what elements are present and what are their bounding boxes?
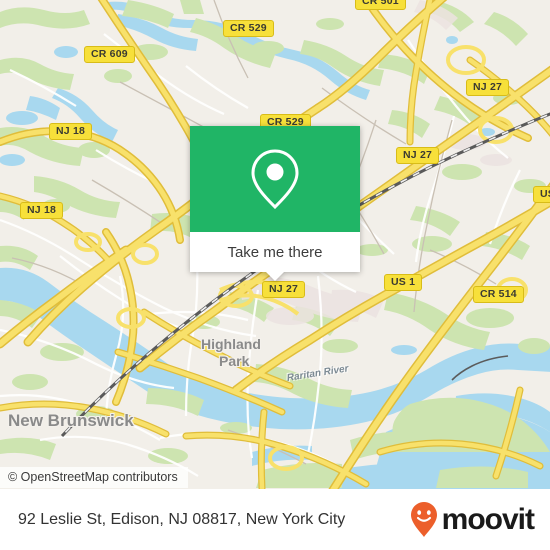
map-pin-icon	[251, 149, 299, 210]
moovit-pin-icon	[410, 501, 437, 537]
moovit-wordmark: moovit	[441, 502, 535, 536]
road-shield-nj27-center[interactable]: NJ 27	[262, 281, 306, 298]
road-shield-cr501[interactable]: CR 501	[355, 0, 406, 10]
road-shield-us1-edge[interactable]: US 1	[533, 186, 550, 203]
road-shield-cr529-north[interactable]: CR 529	[223, 20, 274, 37]
destination-popup[interactable]: Take me there	[190, 126, 360, 281]
map-attribution[interactable]: © OpenStreetMap contributors	[0, 467, 188, 488]
take-me-there-button[interactable]: Take me there	[190, 232, 360, 281]
road-shield-nj18-lower[interactable]: NJ 18	[20, 202, 64, 219]
road-shield-nj27-topright[interactable]: NJ 27	[466, 79, 510, 96]
take-me-there-label: Take me there	[227, 243, 323, 261]
road-shield-cr609[interactable]: CR 609	[84, 46, 135, 63]
address-label: 92 Leslie St, Edison, NJ 08817, New York…	[18, 510, 346, 528]
road-shield-cr514[interactable]: CR 514	[473, 286, 524, 303]
popup-image-panel	[190, 126, 360, 232]
map-canvas[interactable]: New Brunswick Highland Park Raritan Rive…	[0, 0, 550, 489]
footer-bar: 92 Leslie St, Edison, NJ 08817, New York…	[0, 489, 550, 550]
road-shield-nj18-upper[interactable]: NJ 18	[49, 123, 93, 140]
popup-pointer-tail	[266, 272, 284, 281]
moovit-logo[interactable]: moovit	[409, 501, 535, 539]
road-shield-us1-center[interactable]: US 1	[384, 274, 423, 291]
road-shield-nj27-right[interactable]: NJ 27	[396, 147, 440, 164]
map-screenshot: New Brunswick Highland Park Raritan Rive…	[0, 0, 550, 550]
